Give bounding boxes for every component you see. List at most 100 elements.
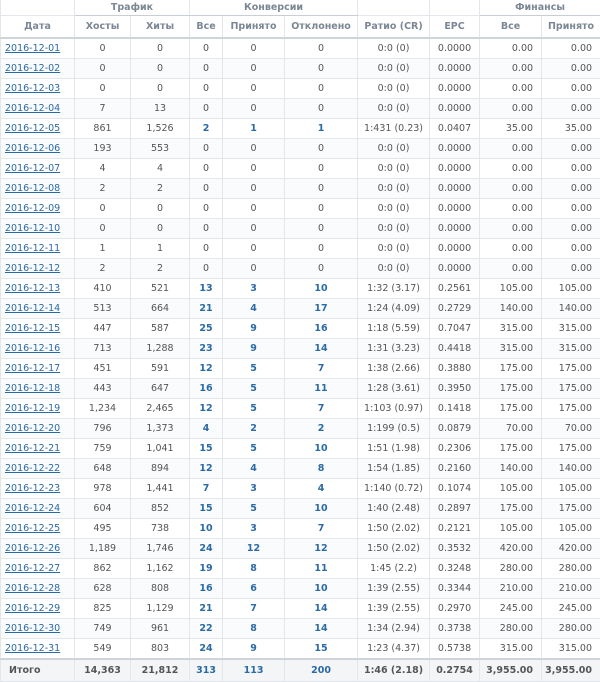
cell-hosts: 862 xyxy=(75,559,131,579)
date-link[interactable]: 2016-12-23 xyxy=(5,483,60,494)
col-ratio[interactable]: Ратио (CR) xyxy=(358,16,430,39)
totals-fin-all: 3,955.00 xyxy=(480,659,542,682)
cell-date: 2016-12-19 xyxy=(1,399,75,419)
date-link[interactable]: 2016-12-30 xyxy=(5,623,60,634)
cell-hits: 852 xyxy=(131,499,190,519)
cell-fin-accepted: 0.00 xyxy=(542,59,600,79)
cell-fin-all: 175.00 xyxy=(480,499,542,519)
cell-fin-all: 35.00 xyxy=(480,119,542,139)
cell-hosts: 443 xyxy=(75,379,131,399)
date-link[interactable]: 2016-12-06 xyxy=(5,143,60,154)
cell-hosts: 0 xyxy=(75,79,131,99)
date-link[interactable]: 2016-12-16 xyxy=(5,343,60,354)
cell-fin-all: 175.00 xyxy=(480,439,542,459)
cell-hits: 2 xyxy=(131,259,190,279)
cell-date: 2016-12-25 xyxy=(1,519,75,539)
cell-epc: 0.4418 xyxy=(430,339,480,359)
cell-epc: 0.2306 xyxy=(430,439,480,459)
header-group-row: Трафик Конверсии Финансы xyxy=(1,0,600,16)
date-link[interactable]: 2016-12-19 xyxy=(5,403,60,414)
cell-fin-accepted: 0.00 xyxy=(542,99,600,119)
cell-date: 2016-12-16 xyxy=(1,339,75,359)
cell-fin-all: 140.00 xyxy=(480,299,542,319)
cell-hits: 553 xyxy=(131,139,190,159)
cell-conv-rejected: 7 xyxy=(285,519,358,539)
col-epc[interactable]: EPC xyxy=(430,16,480,39)
table-row: 2016-12-31549803249151:23 (4.37)0.573831… xyxy=(1,639,600,660)
cell-date: 2016-12-06 xyxy=(1,139,75,159)
date-link[interactable]: 2016-12-04 xyxy=(5,103,60,114)
date-link[interactable]: 2016-12-24 xyxy=(5,503,60,514)
cell-epc: 0.0879 xyxy=(430,419,480,439)
date-link[interactable]: 2016-12-02 xyxy=(5,63,60,74)
cell-conv-accepted: 1 xyxy=(223,119,285,139)
cell-epc: 0.3344 xyxy=(430,579,480,599)
cell-conv-all: 22 xyxy=(190,619,223,639)
cell-epc: 0.3248 xyxy=(430,559,480,579)
cell-fin-accepted: 420.00 xyxy=(542,539,600,559)
cell-epc: 0.3880 xyxy=(430,359,480,379)
date-link[interactable]: 2016-12-22 xyxy=(5,463,60,474)
cell-fin-all: 0.00 xyxy=(480,199,542,219)
cell-hosts: 604 xyxy=(75,499,131,519)
col-conv-rejected[interactable]: Отклонено xyxy=(285,16,358,39)
date-link[interactable]: 2016-12-12 xyxy=(5,263,60,274)
col-conv-accepted[interactable]: Принято xyxy=(223,16,285,39)
cell-epc: 0.0000 xyxy=(430,259,480,279)
cell-hits: 0 xyxy=(131,38,190,59)
col-fin-all[interactable]: Все xyxy=(480,16,542,39)
cell-fin-accepted: 315.00 xyxy=(542,319,600,339)
col-fin-accepted[interactable]: Принято xyxy=(542,16,600,39)
cell-fin-all: 0.00 xyxy=(480,79,542,99)
cell-epc: 0.3950 xyxy=(430,379,480,399)
date-link[interactable]: 2016-12-14 xyxy=(5,303,60,314)
table-row: 2016-12-18443647165111:28 (3.61)0.395017… xyxy=(1,379,600,399)
date-link[interactable]: 2016-12-05 xyxy=(5,123,60,134)
date-link[interactable]: 2016-12-31 xyxy=(5,643,60,654)
date-link[interactable]: 2016-12-15 xyxy=(5,323,60,334)
cell-fin-accepted: 210.00 xyxy=(542,579,600,599)
date-link[interactable]: 2016-12-25 xyxy=(5,523,60,534)
cell-conv-accepted: 0 xyxy=(223,159,285,179)
date-link[interactable]: 2016-12-09 xyxy=(5,203,60,214)
date-link[interactable]: 2016-12-17 xyxy=(5,363,60,374)
cell-fin-all: 0.00 xyxy=(480,179,542,199)
cell-conv-rejected: 16 xyxy=(285,319,358,339)
date-link[interactable]: 2016-12-13 xyxy=(5,283,60,294)
cell-conv-accepted: 5 xyxy=(223,439,285,459)
date-link[interactable]: 2016-12-10 xyxy=(5,223,60,234)
cell-ratio: 1:103 (0.97) xyxy=(358,399,430,419)
col-date[interactable]: Дата xyxy=(1,16,75,39)
col-conv-all[interactable]: Все xyxy=(190,16,223,39)
table-row: 2016-12-15447587259161:18 (5.59)0.704731… xyxy=(1,319,600,339)
date-link[interactable]: 2016-12-08 xyxy=(5,183,60,194)
cell-conv-rejected: 10 xyxy=(285,279,358,299)
date-link[interactable]: 2016-12-11 xyxy=(5,243,60,254)
col-hosts[interactable]: Хосты xyxy=(75,16,131,39)
date-link[interactable]: 2016-12-03 xyxy=(5,83,60,94)
table-row: 2016-12-1745159112571:38 (2.66)0.3880175… xyxy=(1,359,600,379)
cell-ratio: 1:54 (1.85) xyxy=(358,459,430,479)
date-link[interactable]: 2016-12-18 xyxy=(5,383,60,394)
col-hits[interactable]: Хиты xyxy=(131,16,190,39)
cell-date: 2016-12-05 xyxy=(1,119,75,139)
date-link[interactable]: 2016-12-27 xyxy=(5,563,60,574)
header-column-row: Дата Хосты Хиты Все Принято Отклонено Ра… xyxy=(1,16,600,39)
date-link[interactable]: 2016-12-28 xyxy=(5,583,60,594)
table-row: 2016-12-28628808166101:39 (2.55)0.334421… xyxy=(1,579,600,599)
cell-hosts: 749 xyxy=(75,619,131,639)
cell-fin-accepted: 140.00 xyxy=(542,459,600,479)
date-link[interactable]: 2016-12-20 xyxy=(5,423,60,434)
cell-conv-accepted: 8 xyxy=(223,559,285,579)
date-link[interactable]: 2016-12-01 xyxy=(5,43,60,54)
cell-date: 2016-12-03 xyxy=(1,79,75,99)
cell-conv-rejected: 2 xyxy=(285,419,358,439)
cell-fin-accepted: 105.00 xyxy=(542,479,600,499)
date-link[interactable]: 2016-12-26 xyxy=(5,543,60,554)
cell-hits: 0 xyxy=(131,79,190,99)
date-link[interactable]: 2016-12-21 xyxy=(5,443,60,454)
date-link[interactable]: 2016-12-29 xyxy=(5,603,60,614)
table-row: 2016-12-261,1891,7462412121:50 (2.02)0.3… xyxy=(1,539,600,559)
statistics-table: Трафик Конверсии Финансы Дата Хосты Хиты… xyxy=(0,0,600,682)
date-link[interactable]: 2016-12-07 xyxy=(5,163,60,174)
